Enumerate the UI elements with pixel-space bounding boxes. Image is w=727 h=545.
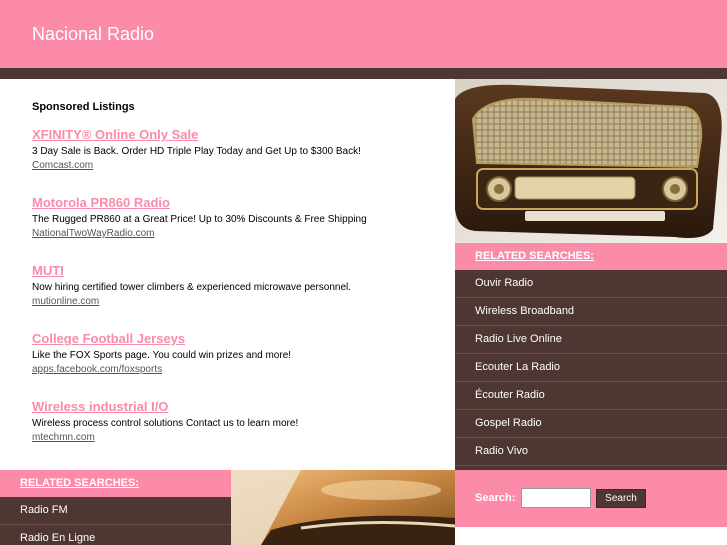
- listing-url-link[interactable]: NationalTwoWayRadio.com: [32, 228, 442, 239]
- sponsored-listing: College Football Jerseys Like the FOX Sp…: [32, 331, 442, 375]
- related-search-link[interactable]: Écouter Radio: [455, 382, 727, 410]
- site-title[interactable]: Nacional Radio: [32, 24, 154, 45]
- related-search-link[interactable]: Radio Live Online: [455, 326, 727, 354]
- related-searches-panel: RELATED SEARCHES: Ouvir Radio Wireless B…: [455, 243, 727, 470]
- sponsored-listing: MUTI Now hiring certified tower climbers…: [32, 263, 442, 307]
- sponsored-listing: Wireless industrial I/O Wireless process…: [32, 399, 442, 443]
- listing-url-link[interactable]: Comcast.com: [32, 160, 442, 171]
- related-search-link[interactable]: Ecouter La Radio: [455, 354, 727, 382]
- vintage-radio-photo: [455, 79, 727, 243]
- search-label: Search:: [475, 492, 516, 504]
- listing-description: Like the FOX Sports page. You could win …: [32, 350, 292, 361]
- related-search-link[interactable]: Radio En Ligne: [0, 525, 231, 545]
- listing-url-link[interactable]: apps.facebook.com/foxsports: [32, 364, 442, 375]
- related-searches-heading[interactable]: RELATED SEARCHES:: [455, 243, 727, 270]
- header-divider-bar: [0, 68, 727, 79]
- sponsored-listing: Motorola PR860 Radio The Rugged PR860 at…: [32, 195, 442, 239]
- radio-closeup-illustration: [231, 470, 455, 545]
- listing-url-link[interactable]: mutionline.com: [32, 296, 442, 307]
- site-header: Nacional Radio: [0, 0, 727, 68]
- search-button[interactable]: Search: [596, 489, 646, 508]
- sponsored-heading: Sponsored Listings: [32, 101, 135, 113]
- related-search-link[interactable]: Gospel Radio: [455, 410, 727, 438]
- related-search-link[interactable]: Radio Vivo: [455, 438, 727, 466]
- listing-url-link[interactable]: mtechmn.com: [32, 432, 442, 443]
- listing-description: The Rugged PR860 at a Great Price! Up to…: [32, 214, 367, 225]
- related-searches-heading[interactable]: RELATED SEARCHES:: [0, 470, 231, 497]
- listing-title-link[interactable]: Wireless industrial I/O: [32, 399, 442, 414]
- vintage-radio-illustration: [455, 79, 727, 243]
- sponsored-listings-panel: Sponsored Listings XFINITY® Online Only …: [0, 79, 455, 470]
- radio-closeup-photo: [231, 470, 455, 545]
- related-search-link[interactable]: Ouvir Radio: [455, 270, 727, 298]
- listing-title-link[interactable]: MUTI: [32, 263, 442, 278]
- search-input[interactable]: [521, 488, 591, 508]
- search-box: Search: Search: [455, 470, 727, 527]
- listing-description: Wireless process control solutions Conta…: [32, 418, 299, 429]
- sponsored-listing: XFINITY® Online Only Sale 3 Day Sale is …: [32, 127, 442, 171]
- listing-description: Now hiring certified tower climbers & ex…: [32, 282, 352, 293]
- bottom-related-searches-panel: RELATED SEARCHES: Radio FM Radio En Lign…: [0, 470, 231, 545]
- listing-title-link[interactable]: College Football Jerseys: [32, 331, 442, 346]
- related-search-link[interactable]: Radio FM: [0, 497, 231, 525]
- related-search-link[interactable]: Wireless Broadband: [455, 298, 727, 326]
- listing-title-link[interactable]: Motorola PR860 Radio: [32, 195, 442, 210]
- listing-description: 3 Day Sale is Back. Order HD Triple Play…: [32, 146, 361, 157]
- listing-title-link[interactable]: XFINITY® Online Only Sale: [32, 127, 442, 142]
